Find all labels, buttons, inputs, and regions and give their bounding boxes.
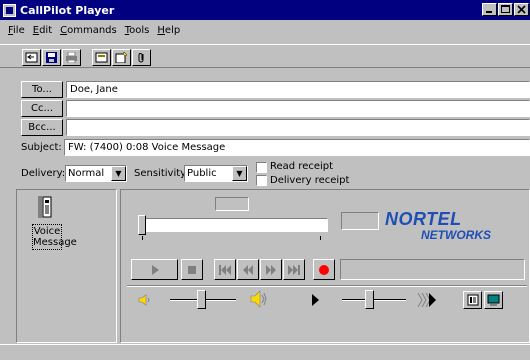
close-icon [517,5,526,14]
to-button[interactable]: To... [21,81,63,98]
to-field[interactable]: Doe, Jane [66,81,530,98]
read-receipt-checkbox[interactable] [256,162,267,173]
tick-mark-start [142,236,143,240]
nortel-logo: NORTEL NETWORKS [385,209,525,245]
rewind-button[interactable] [237,259,259,280]
delivery-label: Delivery: [21,168,66,179]
stop-button[interactable] [181,259,203,280]
toolbar [0,44,530,68]
skip-to-start-button[interactable] [214,259,236,280]
attach-button[interactable] [132,49,151,66]
tick-mark-end [320,236,321,240]
play-button[interactable] [131,259,178,280]
close-button[interactable] [514,3,529,16]
sensitivity-label: Sensitivity: [134,168,189,179]
sensitivity-select[interactable]: Public ▼ [184,165,248,182]
stop-icon [188,265,196,274]
chevron-down-icon[interactable]: ▼ [111,166,126,181]
menu-bar: File Edit Commands Tools Help [0,21,530,39]
voice-message-attachment[interactable]: Voice Message [32,224,77,250]
rewind-icon [243,264,253,275]
forward-icon [95,52,108,63]
elapsed-box [341,212,379,230]
maximize-icon [501,5,510,13]
window-title: CallPilot Player [20,3,115,17]
title-bar[interactable]: CallPilot Player [0,0,530,20]
minimize-button[interactable] [482,3,497,16]
print-button[interactable] [62,49,81,66]
telephone-icon [467,294,478,306]
volume-low-icon [138,294,150,306]
delivery-receipt-checkbox[interactable] [256,175,267,186]
record-icon [319,264,329,275]
computer-icon [487,294,500,306]
record-button[interactable] [313,259,335,280]
callpilot-window: CallPilot Player File Edit Commands Tool… [0,0,530,360]
cc-button[interactable]: Cc... [21,100,63,117]
menu-help[interactable]: Help [153,25,184,36]
play-icon [151,264,159,275]
sensitivity-value: Public [187,168,217,179]
read-receipt-label: Read receipt [270,161,334,172]
phone-device-button[interactable] [463,291,482,309]
forward-button[interactable] [92,49,111,66]
print-icon [66,52,77,63]
volume-slider-thumb[interactable] [197,290,206,309]
save-icon [46,52,57,63]
skip-to-end-button[interactable] [283,259,305,280]
voice-message-label-1: Voice [33,226,61,237]
bcc-field[interactable] [66,119,530,136]
position-track[interactable] [142,218,328,232]
bcc-button[interactable]: Bcc... [21,119,63,136]
app-icon[interactable] [3,3,16,17]
new-message-button[interactable] [112,49,131,66]
phone-icon [38,196,52,218]
status-bar [0,344,530,360]
minimize-icon [486,11,492,13]
delivery-select[interactable]: Normal ▼ [65,165,127,182]
reply-button[interactable] [22,49,41,66]
menu-commands[interactable]: Commands [56,25,121,36]
voice-message-label-2: Message [33,237,77,248]
new-icon [115,52,128,63]
position-slider-thumb[interactable] [138,215,146,235]
subject-field[interactable]: FW: (7400) 0:08 Voice Message [64,139,530,156]
skip-to-end-icon [288,264,300,275]
fast-forward-icon [266,264,276,275]
skip-to-start-icon [219,264,231,275]
menu-edit[interactable]: Edit [29,25,56,36]
menu-file[interactable]: File [4,25,29,36]
delivery-receipt-label: Delivery receipt [270,175,350,186]
computer-device-button[interactable] [484,291,503,309]
speed-slider-thumb[interactable] [365,290,374,309]
fast-forward-button[interactable] [260,259,282,280]
attachments-panel: Voice Message [16,189,117,343]
logo-sub-text: NETWORKS [421,228,491,242]
chevron-down-icon[interactable]: ▼ [232,166,247,181]
reply-icon [25,52,38,63]
logo-main-text: NORTEL [385,209,462,229]
volume-high-icon [250,290,267,308]
speed-track[interactable] [342,299,406,301]
maximize-button[interactable] [498,3,513,16]
recording-progress [340,259,525,280]
separator [127,285,527,287]
cc-field[interactable] [66,100,530,117]
attach-icon [138,53,144,63]
subject-label: Subject: [21,142,62,153]
time-display [215,197,249,211]
menu-tools[interactable]: Tools [121,25,154,36]
speed-fast-icon [418,293,436,307]
save-button[interactable] [42,49,61,66]
speed-slow-icon [312,294,319,306]
delivery-value: Normal [68,168,105,179]
